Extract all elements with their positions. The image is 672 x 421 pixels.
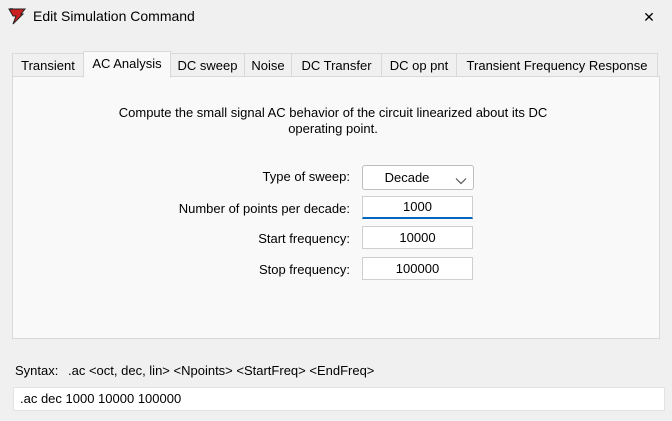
tab-dc-transfer[interactable]: DC Transfer <box>291 53 382 76</box>
tab-transient[interactable]: Transient <box>12 53 84 76</box>
close-icon: ✕ <box>643 8 655 25</box>
close-button[interactable]: ✕ <box>626 0 672 34</box>
tab-ac-analysis[interactable]: AC Analysis <box>83 51 171 78</box>
command-input[interactable]: .ac dec 1000 10000 100000 <box>13 387 665 411</box>
chevron-down-icon <box>455 173 467 185</box>
points-per-decade-input[interactable]: 1000 <box>362 196 473 219</box>
tab-transient-frequency-response[interactable]: Transient Frequency Response <box>456 53 658 76</box>
tab-bar: Transient AC Analysis DC sweep Noise DC … <box>12 51 662 78</box>
points-label: Number of points per decade: <box>178 201 350 216</box>
title-bar: Edit Simulation Command ✕ <box>0 0 672 34</box>
window-title: Edit Simulation Command <box>33 8 195 24</box>
sweep-type-value: Decade <box>384 170 430 185</box>
tab-dc-op-pnt[interactable]: DC op pnt <box>381 53 457 76</box>
start-frequency-label: Start frequency: <box>258 231 350 246</box>
sweep-type-label: Type of sweep: <box>262 169 350 184</box>
ac-analysis-panel: Compute the small signal AC behavior of … <box>12 76 660 339</box>
sweep-type-dropdown[interactable]: Decade <box>362 165 474 190</box>
syntax-text: .ac <oct, dec, lin> <Npoints> <StartFreq… <box>68 363 375 378</box>
description-text: Compute the small signal AC behavior of … <box>118 105 548 136</box>
syntax-label: Syntax: <box>15 363 59 378</box>
tab-dc-sweep[interactable]: DC sweep <box>170 53 245 76</box>
stop-frequency-label: Stop frequency: <box>258 262 350 277</box>
start-frequency-input[interactable]: 10000 <box>362 226 473 249</box>
tab-noise[interactable]: Noise <box>244 53 292 76</box>
ltspice-app-icon <box>7 6 27 26</box>
stop-frequency-input[interactable]: 100000 <box>362 257 473 280</box>
